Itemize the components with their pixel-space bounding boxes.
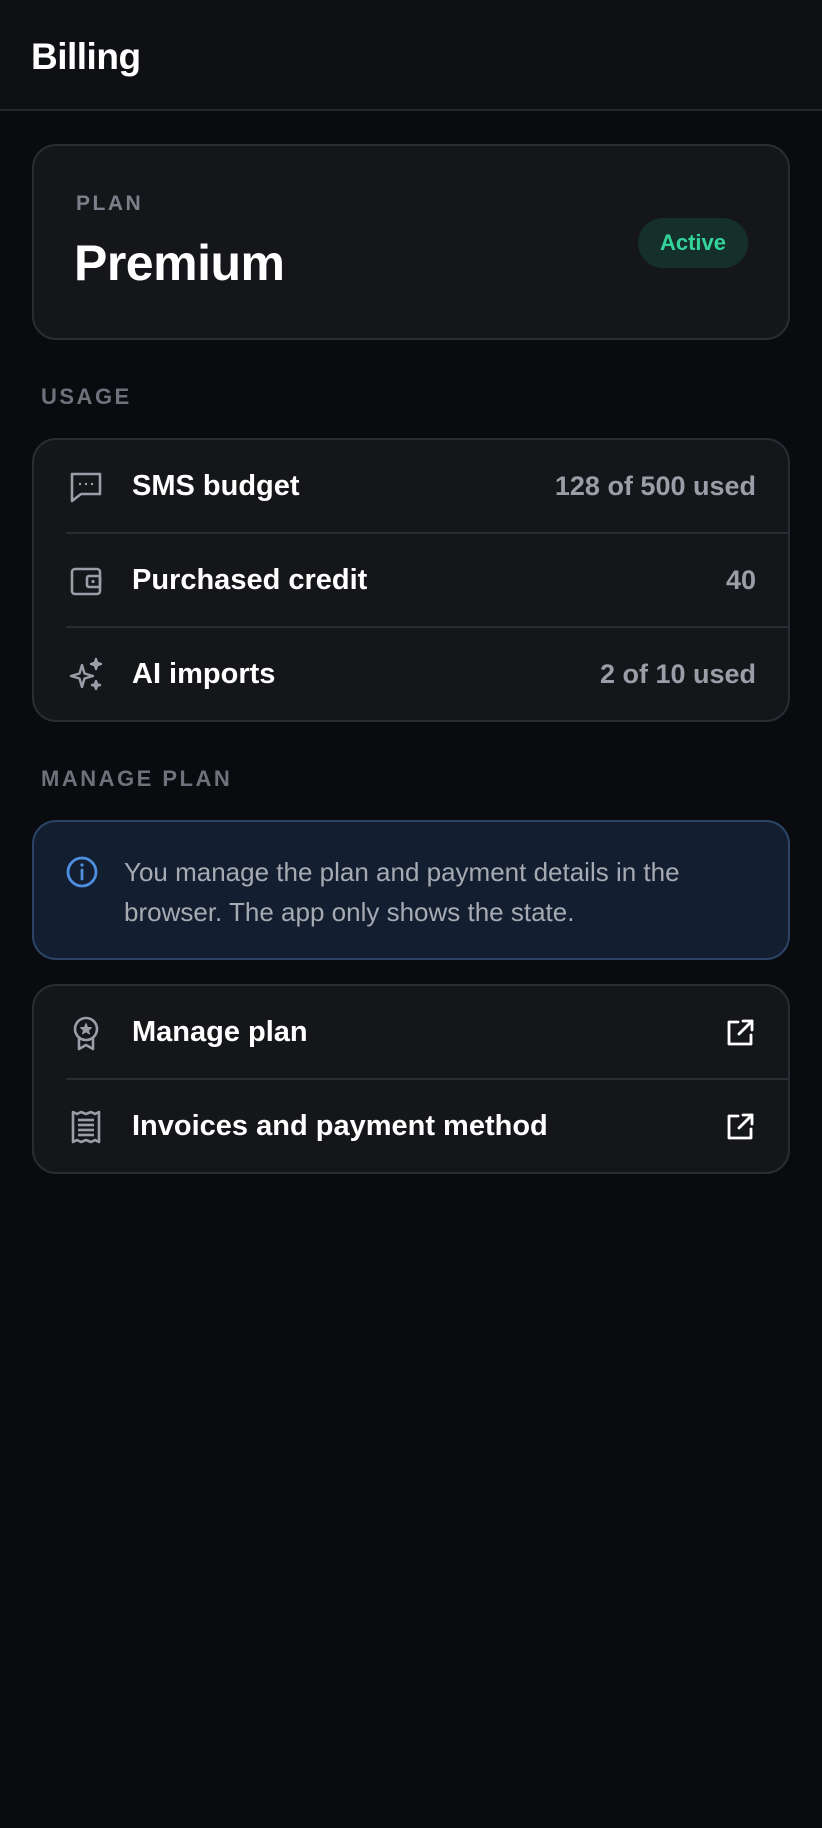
usage-item-value: 2 of 10 used [599,659,756,689]
message-icon [68,469,104,505]
manage-item-label: Invoices and payment method [132,1110,548,1142]
status-badge: Active [638,218,748,268]
page-title: Billing [31,36,141,77]
plan-card: PLAN Premium Active [32,144,790,340]
manage-card: Manage plan Invoices and payment method [32,984,790,1174]
usage-section-label: USAGE [41,384,132,409]
usage-item-label: Purchased credit [132,564,368,596]
award-icon [68,1015,104,1051]
external-link-icon [724,1017,756,1049]
receipt-icon [68,1109,104,1145]
invoices-link[interactable]: Invoices and payment method [34,1080,788,1174]
sparkles-icon [68,657,104,693]
usage-item-label: SMS budget [132,470,300,502]
manage-section-label: MANAGE PLAN [41,766,233,791]
usage-row-ai-imports: AI imports 2 of 10 used [34,628,788,722]
usage-row-credit: Purchased credit 40 [34,534,788,628]
usage-item-label: AI imports [132,658,276,690]
app-header: Billing [0,0,822,111]
info-icon [64,854,100,890]
info-text: You manage the plan and payment details … [124,857,680,927]
wallet-icon [68,563,104,599]
usage-card: SMS budget 128 of 500 used Purchased cre… [32,438,790,722]
manage-plan-link[interactable]: Manage plan [34,986,788,1080]
usage-item-value: 128 of 500 used [554,471,756,501]
external-link-icon [724,1111,756,1143]
plan-label: PLAN [76,192,144,215]
manage-item-label: Manage plan [132,1016,308,1048]
info-notice: You manage the plan and payment details … [32,820,790,960]
usage-item-value: 40 [725,565,756,595]
usage-row-sms: SMS budget 128 of 500 used [34,440,788,534]
plan-name: Premium [74,235,285,291]
